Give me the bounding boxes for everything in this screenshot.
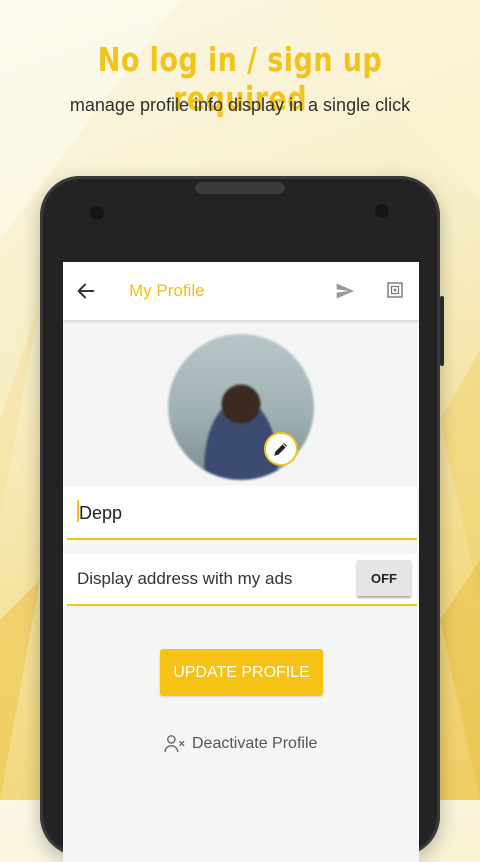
promo-subline: manage profile info display in a single …	[69, 95, 411, 115]
display-address-toggle[interactable]: OFF	[357, 560, 411, 596]
deactivate-profile-label: Deactivate Profile	[192, 735, 318, 752]
phone-frame: My Profile Displa	[40, 176, 444, 862]
pencil-icon	[274, 443, 287, 456]
display-address-label: Display address with my ads	[77, 569, 293, 588]
update-profile-button[interactable]: UPDATE PROFILE	[160, 649, 323, 696]
phone-speaker	[195, 182, 285, 194]
display-address-row: Display address with my ads OFF	[63, 554, 417, 604]
user-remove-icon	[164, 735, 185, 753]
profile-avatar-container	[168, 334, 314, 480]
send-icon[interactable]	[335, 281, 355, 301]
name-field-row	[63, 486, 417, 540]
display-row-underline	[67, 604, 417, 606]
app-screen: My Profile Displa	[63, 262, 419, 862]
phone-camera	[375, 204, 389, 218]
name-input[interactable]	[77, 496, 411, 530]
page-title: My Profile	[129, 281, 205, 300]
arrow-left-icon[interactable]	[75, 280, 97, 302]
name-field-underline	[67, 538, 417, 540]
phone-side-button	[440, 296, 444, 366]
text-caret	[77, 500, 79, 522]
edit-avatar-button[interactable]	[264, 432, 298, 466]
phone-sensor	[90, 206, 104, 220]
qr-code-icon[interactable]	[387, 282, 403, 298]
deactivate-profile-link[interactable]: Deactivate Profile	[164, 732, 317, 756]
app-bar: My Profile	[63, 262, 419, 320]
